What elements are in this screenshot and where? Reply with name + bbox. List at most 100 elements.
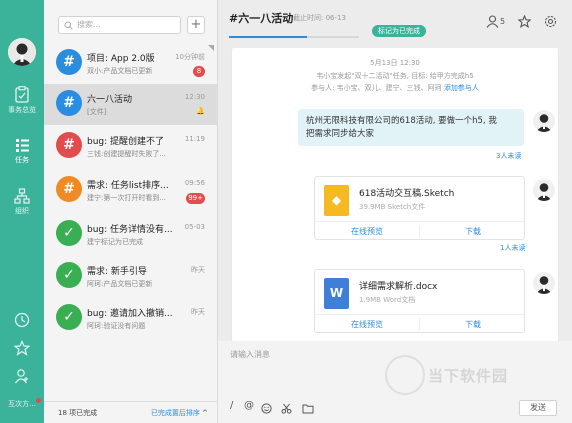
members-icon[interactable]: [486, 15, 499, 28]
slash-command-icon[interactable]: /: [230, 400, 233, 411]
item-time: 11:19: [184, 135, 205, 143]
read-status[interactable]: 3人未读: [496, 151, 521, 161]
message-text: 把需求同步给大家: [306, 129, 375, 139]
scissors-icon[interactable]: [281, 403, 292, 414]
message-text: 杭州无限科技有限公司的618活动, 要做一个h5, 我: [306, 116, 497, 126]
app-rail: 事务总览 任务 组织 互次方...: [0, 0, 44, 423]
system-date: 5月13日 12:30: [370, 59, 420, 67]
mention-icon[interactable]: @: [244, 400, 254, 411]
task-progress-bar: [229, 36, 359, 38]
add-contact-button[interactable]: [0, 368, 44, 386]
download-button[interactable]: 下载: [465, 226, 481, 237]
item-subtitle: 三钱:创建提醒时失败了...: [87, 150, 167, 158]
nav-org[interactable]: 组织: [0, 188, 44, 216]
progress-fill: [229, 36, 307, 38]
file-actions: 在线预览 下载: [315, 314, 524, 333]
file-meta: 1.9MB Word文档: [359, 296, 416, 304]
item-subtitle: [文件]: [87, 108, 107, 116]
file-card-sketch: ◆ 618活动交互稿.Sketch 39.9MB Sketch文件 在线预览 下…: [314, 176, 525, 240]
message-bubble: 杭州无限科技有限公司的618活动, 要做一个h5, 我 把需求同步给大家: [298, 109, 524, 146]
emoji-icon[interactable]: [261, 403, 272, 414]
channel-hash-icon: #: [56, 176, 82, 202]
divider: [419, 225, 420, 238]
check-icon: ✓: [56, 220, 82, 246]
item-title: bug: 邀请加入撤销...: [87, 309, 173, 319]
deadline-label: 截止时间: 06-13: [293, 14, 346, 22]
nav-overview[interactable]: 事务总览: [0, 86, 44, 115]
sender-avatar[interactable]: [533, 272, 555, 294]
org-icon: [14, 188, 30, 204]
conversation-list: 搜索... + # 项目: App 2.0版 双小:产品文档已更新 10分钟前 …: [44, 0, 218, 423]
channel-title: #六一八活动: [229, 12, 294, 25]
item-time: 05-03: [184, 223, 205, 231]
unread-badge: 99+: [186, 193, 205, 204]
add-button[interactable]: +: [187, 16, 205, 34]
clipboard-icon: [15, 86, 29, 103]
message-input[interactable]: 请输入消息: [230, 349, 270, 360]
sort-completed-toggle[interactable]: 已完成置后排序 ^: [151, 408, 208, 418]
add-participant-link[interactable]: 添加参与人: [444, 84, 479, 92]
clock-icon: [14, 312, 30, 328]
mark-done-button[interactable]: 标记为已完成: [372, 25, 426, 37]
add-user-icon: [15, 369, 28, 384]
sketch-file-icon: ◆: [324, 185, 349, 216]
star-icon: [14, 340, 30, 356]
send-button[interactable]: 发送: [519, 400, 557, 416]
check-icon: ✓: [56, 304, 82, 330]
item-subtitle: 建宁:第一次打开时看到...: [87, 194, 167, 202]
folder-icon[interactable]: [302, 403, 314, 414]
word-file-icon: W: [324, 278, 349, 309]
system-task-info: 韦小宝发起"双十二活动"任务, 目标: 给甲方完成h5: [316, 72, 474, 80]
download-button[interactable]: 下载: [465, 319, 481, 330]
item-title: bug: 任务详情没有...: [87, 225, 173, 235]
item-time: 09:56: [184, 179, 205, 187]
sender-avatar[interactable]: [533, 179, 555, 201]
list-item[interactable]: ✓ 需求: 新手引导 阿珂:产品文档已更新 昨天: [44, 256, 218, 297]
search-placeholder: 搜索...: [77, 20, 101, 29]
message-panel: 5月13日 12:30 韦小宝发起"双十二活动"任务, 目标: 给甲方完成h5 …: [232, 48, 558, 341]
star-icon[interactable]: [518, 15, 531, 28]
system-participants: 参与人: 韦小宝、双儿、建宁、三钱、阿珂 添加参与人: [232, 83, 558, 93]
channel-hash-icon: #: [56, 49, 82, 75]
list-item[interactable]: # 六一八活动 [文件] 12:30 🔔: [44, 84, 218, 125]
list-item[interactable]: # bug: 提醒创建不了 三钱:创建提醒时失败了... 11:19: [44, 126, 218, 167]
list-item[interactable]: ✓ bug: 任务详情没有... 建宁标记为已完成 05-03: [44, 214, 218, 255]
channel-hash-icon: #: [56, 90, 82, 116]
user-avatar[interactable]: [8, 38, 36, 66]
nav-label: 任务: [15, 156, 29, 164]
item-time: 昨天: [191, 308, 205, 316]
preview-button[interactable]: 在线预览: [351, 226, 383, 237]
item-subtitle: 双小:产品文档已更新: [87, 67, 153, 75]
watermark-text: 当下软件园: [428, 367, 509, 385]
read-status[interactable]: 1人未读: [500, 243, 525, 253]
divider: [419, 318, 420, 331]
task-list-icon: [16, 139, 29, 152]
list-item[interactable]: # 项目: App 2.0版 双小:产品文档已更新 10分钟前 8: [44, 43, 218, 84]
list-item[interactable]: # 需求: 任务list排序... 建宁:第一次打开时看到... 09:56 9…: [44, 170, 218, 211]
list-item[interactable]: ✓ bug: 邀请加入撤销... 阿珂:验证没有问题 昨天: [44, 298, 218, 339]
file-meta: 39.9MB Sketch文件: [359, 203, 426, 211]
sender-avatar[interactable]: [533, 110, 555, 132]
item-time: 10分钟前: [175, 53, 205, 61]
check-icon: ✓: [56, 262, 82, 288]
completed-count[interactable]: 18 项已完成: [58, 408, 97, 418]
preview-button[interactable]: 在线预览: [351, 319, 383, 330]
notification-dot: [36, 398, 41, 403]
nav-tasks[interactable]: 任务: [0, 137, 44, 165]
starred-button[interactable]: [0, 340, 44, 358]
sort-label: 已完成置后排序: [150, 409, 200, 417]
mute-bell-icon: 🔔: [196, 107, 205, 115]
file-card-docx: W 详细需求解析.docx 1.9MB Word文档 在线预览 下载: [314, 269, 525, 333]
settings-gear-icon[interactable]: [544, 15, 557, 28]
unread-badge: 8: [193, 66, 205, 77]
reminder-button[interactable]: [0, 312, 44, 330]
item-title: 六一八活动: [87, 95, 133, 105]
nav-label: 组织: [15, 207, 29, 215]
pinned-corner-icon: [208, 45, 214, 51]
item-time: 12:30: [184, 93, 205, 101]
item-subtitle: 建宁标记为已完成: [87, 238, 143, 246]
search-input[interactable]: 搜索...: [58, 16, 181, 34]
channel-hash-icon: #: [56, 132, 82, 158]
file-name: 详细需求解析.docx: [359, 282, 438, 292]
item-time: 昨天: [191, 266, 205, 274]
